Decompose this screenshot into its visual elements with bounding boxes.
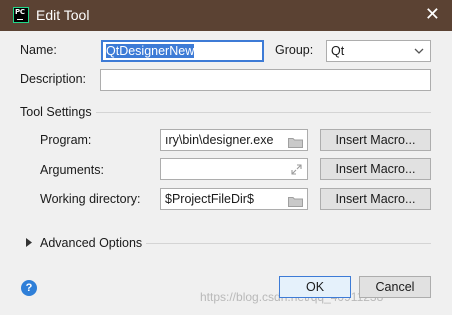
- tool-settings-divider: [96, 112, 431, 113]
- description-field[interactable]: [100, 69, 431, 91]
- close-button[interactable]: ✕: [425, 4, 440, 24]
- folder-icon[interactable]: [288, 134, 303, 148]
- title-bar: PC Edit Tool ✕: [0, 0, 452, 31]
- group-value: Qt: [331, 44, 345, 58]
- name-value: QtDesignerNew: [106, 44, 195, 58]
- tool-settings-heading: Tool Settings: [20, 105, 92, 119]
- caret-right-icon[interactable]: [26, 238, 32, 249]
- name-label: Name:: [20, 43, 57, 57]
- advanced-options-toggle[interactable]: Advanced Options: [40, 236, 142, 250]
- workdir-field[interactable]: $ProjectFileDir$: [160, 188, 308, 210]
- name-field[interactable]: QtDesignerNew: [101, 40, 264, 62]
- arguments-label: Arguments:: [40, 163, 104, 177]
- window-title: Edit Tool: [36, 7, 90, 23]
- workdir-value: $ProjectFileDir$: [165, 192, 254, 206]
- folder-icon[interactable]: [288, 193, 303, 207]
- program-label: Program:: [40, 133, 92, 147]
- help-icon[interactable]: ?: [21, 280, 37, 296]
- group-select[interactable]: Qt: [326, 40, 431, 62]
- program-value: ıry\bin\designer.exe: [165, 133, 274, 147]
- advanced-options-divider: [146, 243, 431, 244]
- group-label: Group:: [275, 43, 314, 57]
- workdir-insert-macro-button[interactable]: Insert Macro...: [320, 188, 431, 210]
- program-field[interactable]: ıry\bin\designer.exe: [160, 129, 308, 151]
- pycharm-icon: PC: [13, 7, 29, 23]
- expand-icon[interactable]: [291, 162, 302, 179]
- workdir-label: Working directory:: [40, 192, 141, 206]
- cancel-button[interactable]: Cancel: [359, 276, 431, 298]
- chevron-down-icon: [414, 41, 424, 61]
- arguments-insert-macro-button[interactable]: Insert Macro...: [320, 158, 431, 180]
- ok-button[interactable]: OK: [279, 276, 351, 298]
- description-label: Description:: [20, 72, 86, 86]
- arguments-field[interactable]: [160, 158, 308, 180]
- program-insert-macro-button[interactable]: Insert Macro...: [320, 129, 431, 151]
